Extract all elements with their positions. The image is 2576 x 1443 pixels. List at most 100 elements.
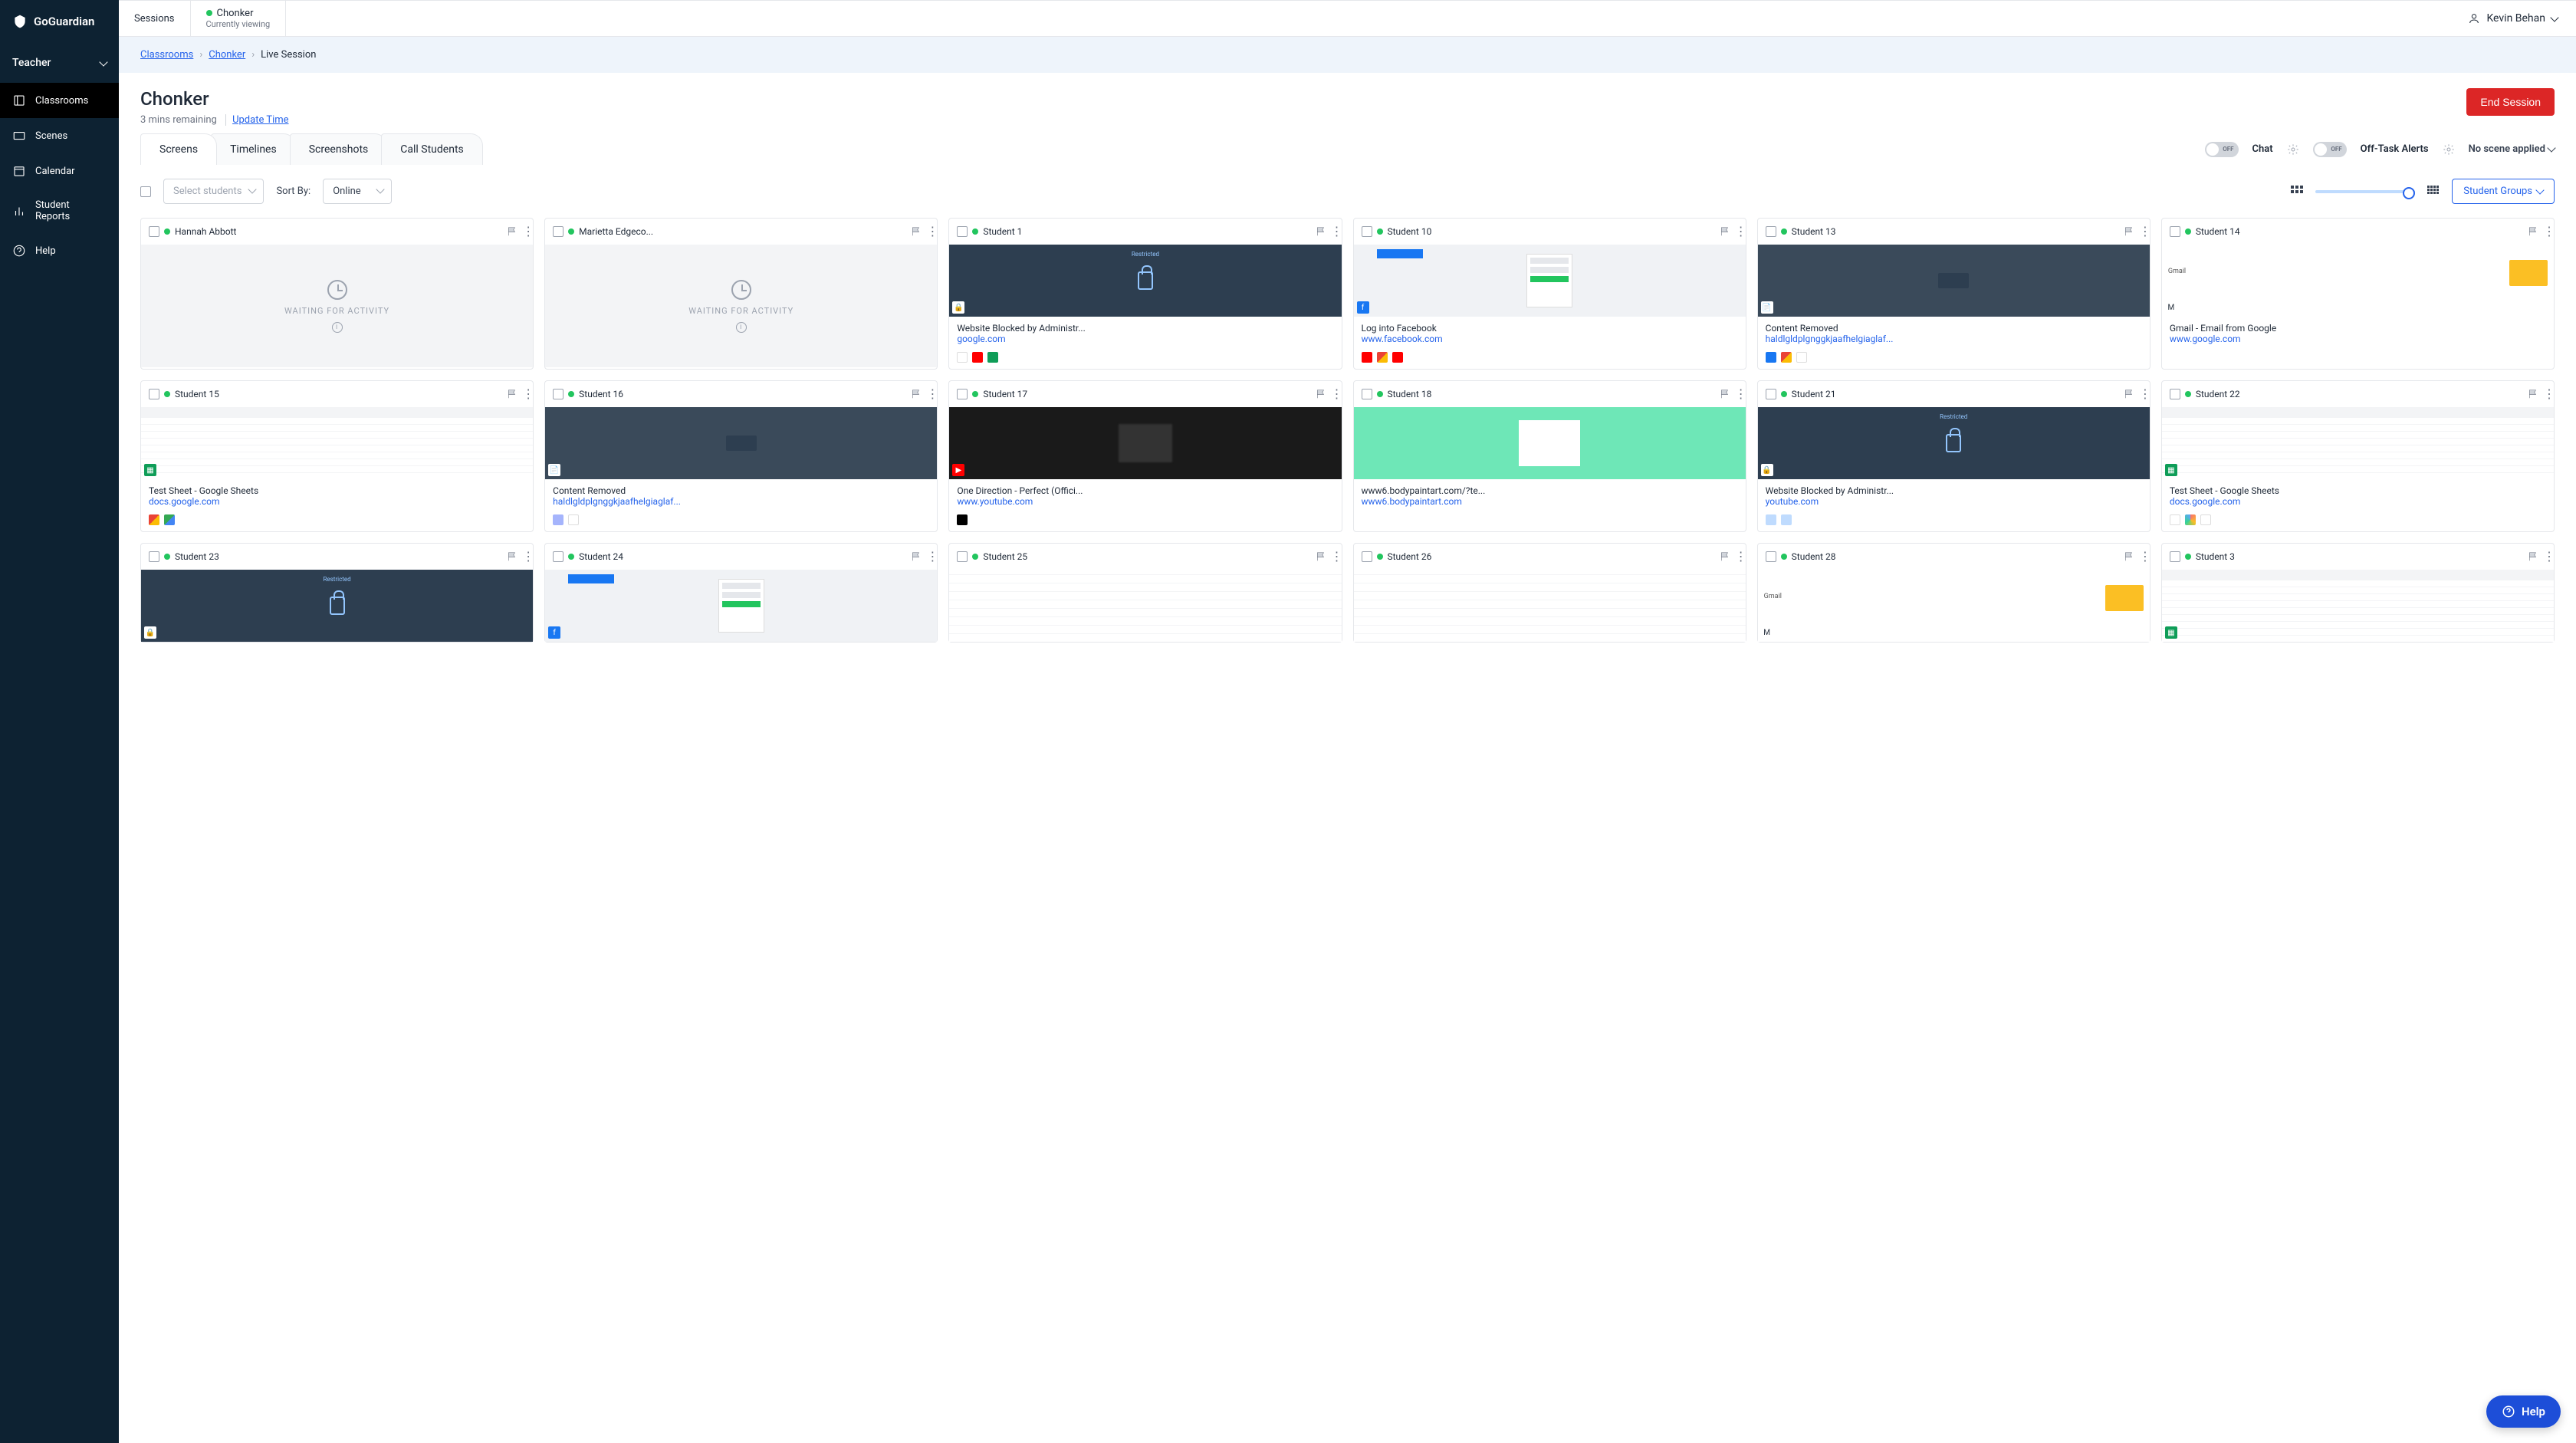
offtask-toggle[interactable]: OFF — [2313, 142, 2347, 157]
role-dropdown[interactable]: Teacher — [0, 43, 119, 83]
flag-icon[interactable] — [1316, 389, 1326, 399]
flag-icon[interactable] — [1720, 226, 1730, 237]
kebab-menu[interactable]: ⋮ — [1735, 555, 1738, 558]
nav-classrooms[interactable]: Classrooms — [0, 83, 119, 118]
student-checkbox[interactable] — [2170, 226, 2180, 237]
help-floating-button[interactable]: Help — [2486, 1395, 2561, 1428]
student-card[interactable]: Student 21 ⋮ Restricted🔒 Website Blocked… — [1757, 380, 2150, 532]
tab-current-session[interactable]: Chonker Currently viewing — [191, 1, 287, 36]
scene-dropdown[interactable]: No scene applied — [2469, 143, 2555, 155]
student-checkbox[interactable] — [149, 551, 159, 562]
flag-icon[interactable] — [2124, 226, 2134, 237]
student-checkbox[interactable] — [553, 389, 564, 399]
student-card[interactable]: Student 15 ⋮ ▦ Test Sheet - Google Sheet… — [140, 380, 534, 532]
kebab-menu[interactable]: ⋮ — [926, 393, 929, 396]
kebab-menu[interactable]: ⋮ — [2543, 230, 2546, 233]
user-menu[interactable]: Kevin Behan — [2450, 1, 2576, 36]
kebab-menu[interactable]: ⋮ — [522, 555, 525, 558]
student-card[interactable]: Student 25 ⋮ — [948, 543, 1342, 643]
kebab-menu[interactable]: ⋮ — [926, 555, 929, 558]
flag-icon[interactable] — [507, 389, 518, 399]
student-card[interactable]: Student 3 ⋮ ▦ — [2161, 543, 2555, 643]
nav-scenes[interactable]: Scenes — [0, 118, 119, 153]
student-checkbox[interactable] — [1362, 389, 1372, 399]
update-time-link[interactable]: Update Time — [225, 114, 288, 126]
student-card[interactable]: Student 24 ⋮ f — [544, 543, 938, 643]
kebab-menu[interactable]: ⋮ — [1331, 555, 1334, 558]
nav-calendar[interactable]: Calendar — [0, 153, 119, 189]
student-checkbox[interactable] — [553, 226, 564, 237]
student-card[interactable]: Student 10 ⋮ f Log into Facebook www.fac… — [1353, 218, 1746, 370]
student-groups-button[interactable]: Student Groups — [2452, 179, 2555, 204]
student-checkbox[interactable] — [957, 226, 968, 237]
student-card[interactable]: Student 26 ⋮ — [1353, 543, 1746, 643]
student-card[interactable]: Hannah Abbott ⋮ WAITING FOR ACTIVITY i — [140, 218, 534, 370]
student-checkbox[interactable] — [1766, 389, 1776, 399]
kebab-menu[interactable]: ⋮ — [2139, 230, 2142, 233]
student-checkbox[interactable] — [1766, 226, 1776, 237]
student-card[interactable]: Student 1 ⋮ Restricted🔒 Website Blocked … — [948, 218, 1342, 370]
flag-icon[interactable] — [2124, 551, 2134, 562]
sort-dropdown[interactable]: Online — [323, 179, 392, 204]
student-checkbox[interactable] — [2170, 551, 2180, 562]
student-checkbox[interactable] — [957, 389, 968, 399]
student-checkbox[interactable] — [149, 226, 159, 237]
kebab-menu[interactable]: ⋮ — [2139, 555, 2142, 558]
student-checkbox[interactable] — [1362, 551, 1372, 562]
student-card[interactable]: Student 28 ⋮ GmailM — [1757, 543, 2150, 643]
student-card[interactable]: Student 23 ⋮ Restricted🔒 — [140, 543, 534, 643]
viewtab-call[interactable]: Call Students — [381, 133, 482, 165]
kebab-menu[interactable]: ⋮ — [1735, 393, 1738, 396]
flag-icon[interactable] — [911, 226, 922, 237]
gear-icon[interactable] — [2287, 143, 2299, 156]
flag-icon[interactable] — [507, 551, 518, 562]
nav-help[interactable]: Help — [0, 233, 119, 268]
nav-reports[interactable]: Student Reports — [0, 189, 119, 233]
student-card[interactable]: Student 14 ⋮ GmailM Gmail - Email from G… — [2161, 218, 2555, 370]
student-card[interactable]: Student 22 ⋮ ▦ Test Sheet - Google Sheet… — [2161, 380, 2555, 532]
kebab-menu[interactable]: ⋮ — [1735, 230, 1738, 233]
gear-icon[interactable] — [2443, 143, 2455, 156]
flag-icon[interactable] — [507, 226, 518, 237]
info-icon[interactable]: i — [736, 322, 747, 333]
student-card[interactable]: Student 17 ⋮ ▶ One Direction - Perfect (… — [948, 380, 1342, 532]
kebab-menu[interactable]: ⋮ — [1331, 230, 1334, 233]
student-checkbox[interactable] — [553, 551, 564, 562]
grid-large-icon[interactable] — [2427, 186, 2440, 198]
kebab-menu[interactable]: ⋮ — [2139, 393, 2142, 396]
student-checkbox[interactable] — [149, 389, 159, 399]
grid-small-icon[interactable] — [2291, 186, 2303, 198]
viewtab-screenshots[interactable]: Screenshots — [290, 133, 388, 165]
flag-icon[interactable] — [1720, 551, 1730, 562]
student-checkbox[interactable] — [1766, 551, 1776, 562]
kebab-menu[interactable]: ⋮ — [522, 230, 525, 233]
viewtab-screens[interactable]: Screens — [140, 133, 217, 165]
student-checkbox[interactable] — [1362, 226, 1372, 237]
kebab-menu[interactable]: ⋮ — [522, 393, 525, 396]
flag-icon[interactable] — [911, 551, 922, 562]
student-card[interactable]: Marietta Edgeco... ⋮ WAITING FOR ACTIVIT… — [544, 218, 938, 370]
flag-icon[interactable] — [2124, 389, 2134, 399]
flag-icon[interactable] — [1316, 551, 1326, 562]
flag-icon[interactable] — [1316, 226, 1326, 237]
student-card[interactable]: Student 16 ⋮ 📄 Content Removed haldlgldp… — [544, 380, 938, 532]
student-checkbox[interactable] — [957, 551, 968, 562]
kebab-menu[interactable]: ⋮ — [926, 230, 929, 233]
kebab-menu[interactable]: ⋮ — [2543, 393, 2546, 396]
student-checkbox[interactable] — [2170, 389, 2180, 399]
info-icon[interactable]: i — [332, 322, 343, 333]
zoom-slider[interactable] — [2315, 190, 2415, 193]
flag-icon[interactable] — [2528, 551, 2538, 562]
tab-sessions[interactable]: Sessions — [119, 1, 191, 36]
select-students-dropdown[interactable]: Select students — [163, 179, 264, 204]
kebab-menu[interactable]: ⋮ — [2543, 555, 2546, 558]
select-all-checkbox[interactable] — [140, 186, 151, 197]
student-card[interactable]: Student 13 ⋮ 📄 Content Removed haldlgldp… — [1757, 218, 2150, 370]
breadcrumb-chonker[interactable]: Chonker — [209, 49, 245, 61]
chat-toggle[interactable]: OFF — [2205, 142, 2239, 157]
kebab-menu[interactable]: ⋮ — [1331, 393, 1334, 396]
viewtab-timelines[interactable]: Timelines — [211, 133, 296, 165]
end-session-button[interactable]: End Session — [2466, 88, 2555, 116]
flag-icon[interactable] — [2528, 389, 2538, 399]
student-card[interactable]: Student 18 ⋮ www6.bodypaintart.com/?te..… — [1353, 380, 1746, 532]
